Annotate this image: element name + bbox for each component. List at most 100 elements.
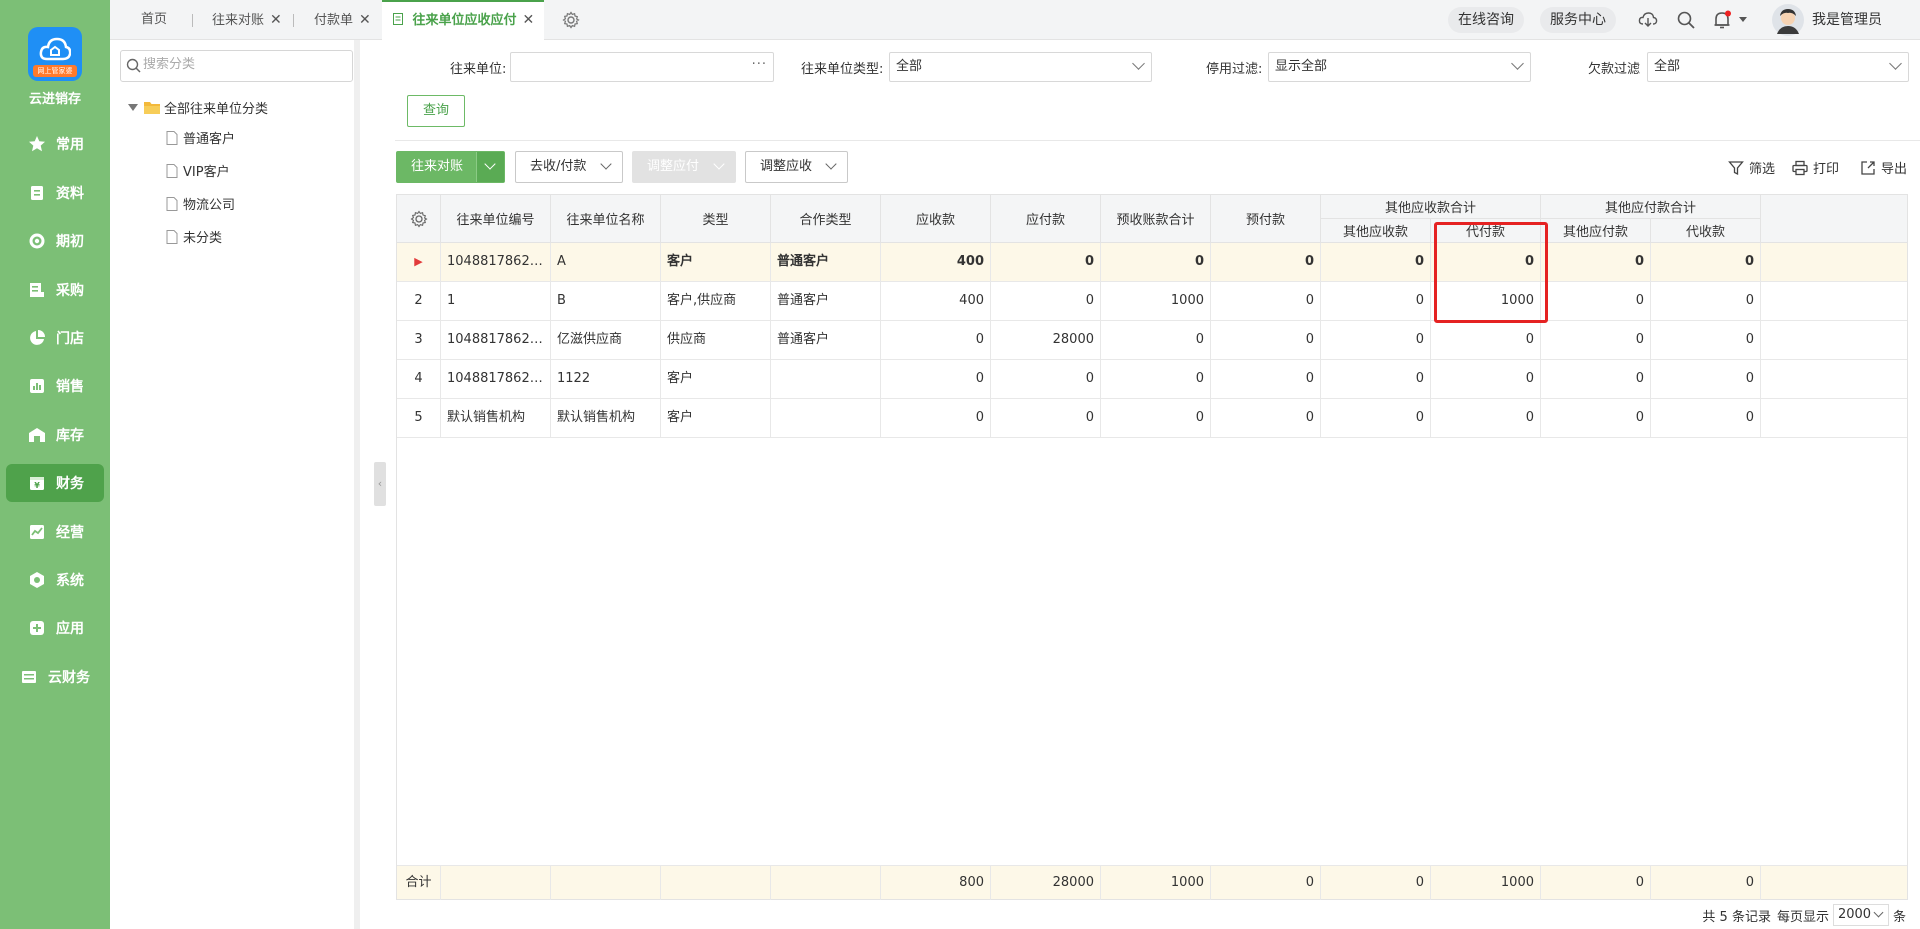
cell-other-receivable[interactable]: 0	[1321, 243, 1431, 281]
col-header-prereceive[interactable]: 预收账款合计	[1101, 195, 1211, 243]
cell-payable[interactable]: 0	[991, 399, 1101, 437]
col-header-coop[interactable]: 合作类型	[771, 195, 881, 243]
tab-payment[interactable]: 付款单 ✕	[314, 0, 371, 40]
cell-prepay[interactable]: 0	[1211, 243, 1321, 281]
cell-prereceive[interactable]: 0	[1101, 360, 1211, 398]
panel-collapse-handle[interactable]: ‹	[374, 462, 386, 506]
cell-proxy-receive[interactable]: 0	[1651, 243, 1761, 281]
cell-prepay[interactable]: 0	[1211, 360, 1321, 398]
cell-prereceive[interactable]: 0	[1101, 243, 1211, 281]
cell-proxy-receive[interactable]: 0	[1651, 360, 1761, 398]
adjust-receivable-button[interactable]: 调整应收	[745, 151, 848, 183]
search-icon[interactable]	[1676, 10, 1696, 30]
col-header-receivable[interactable]: 应收款	[881, 195, 991, 243]
cell-payable[interactable]: 0	[991, 243, 1101, 281]
cell-code[interactable]: 10488178624...	[441, 360, 551, 398]
cell-coop[interactable]: 普通客户	[771, 321, 881, 359]
cell-other-payable[interactable]: 0	[1541, 321, 1651, 359]
cell-proxy-receive[interactable]: 0	[1651, 282, 1761, 320]
print-button[interactable]: 打印	[1792, 158, 1839, 177]
nav-item-opening[interactable]: 期初	[6, 222, 104, 260]
bell-icon[interactable]	[1712, 10, 1732, 30]
cell-name[interactable]: 亿滋供应商	[551, 321, 661, 359]
cell-type[interactable]: 客户	[661, 399, 771, 437]
table-row[interactable]: 2 1 B 客户,供应商 普通客户 400 0 1000 0 0 1000 0 …	[397, 282, 1907, 321]
cell-receivable[interactable]: 400	[881, 243, 991, 281]
adjust-payable-button[interactable]: 调整应付	[632, 151, 736, 183]
nav-item-system[interactable]: 系统	[6, 561, 104, 599]
cell-other-receivable[interactable]: 0	[1321, 360, 1431, 398]
cell-code[interactable]: 10488178624...	[441, 243, 551, 281]
cell-coop[interactable]	[771, 360, 881, 398]
cell-other-payable[interactable]: 0	[1541, 282, 1651, 320]
cell-other-receivable[interactable]: 0	[1321, 399, 1431, 437]
settings-gear-icon[interactable]	[562, 11, 580, 29]
cell-code[interactable]: 10488178624...	[441, 321, 551, 359]
table-row[interactable]: 5 默认销售机构 默认销售机构 客户 0 0 0 0 0 0 0 0	[397, 399, 1907, 438]
nav-item-sales[interactable]: 销售	[6, 367, 104, 405]
cell-type[interactable]: 客户	[661, 243, 771, 281]
nav-item-data[interactable]: 资料	[6, 174, 104, 212]
more-icon[interactable]: ···	[752, 51, 767, 79]
cell-payable[interactable]: 28000	[991, 321, 1101, 359]
cell-name[interactable]: A	[551, 243, 661, 281]
cell-prepay[interactable]: 0	[1211, 321, 1321, 359]
tree-item[interactable]: VIP客户	[166, 161, 230, 180]
user-name[interactable]: 我是管理员	[1812, 0, 1882, 40]
table-row[interactable]: 3 10488178624... 亿滋供应商 供应商 普通客户 0 28000 …	[397, 321, 1907, 360]
caret-down-icon[interactable]	[128, 103, 138, 112]
cloud-download-icon[interactable]	[1638, 10, 1658, 30]
nav-item-common[interactable]: 常用	[6, 125, 104, 163]
table-row[interactable]: ▶ 10488178624... A 客户 普通客户 400 0 0 0 0 0…	[397, 243, 1907, 282]
service-center-button[interactable]: 服务中心	[1540, 7, 1616, 33]
filter-button[interactable]: 筛选	[1728, 158, 1775, 177]
cell-coop[interactable]: 普通客户	[771, 243, 881, 281]
cell-proxy-pay[interactable]: 0	[1431, 360, 1541, 398]
nav-item-store[interactable]: 门店	[6, 319, 104, 357]
column-settings-button[interactable]	[397, 195, 441, 243]
cell-other-payable[interactable]: 0	[1541, 399, 1651, 437]
nav-item-operation[interactable]: 经营	[6, 513, 104, 551]
export-button[interactable]: 导出	[1860, 158, 1907, 177]
close-icon[interactable]: ✕	[359, 12, 371, 28]
cell-coop[interactable]	[771, 399, 881, 437]
cell-other-receivable[interactable]: 0	[1321, 282, 1431, 320]
cell-name[interactable]: B	[551, 282, 661, 320]
cell-receivable[interactable]: 0	[881, 321, 991, 359]
cell-name[interactable]: 默认销售机构	[551, 399, 661, 437]
cell-prepay[interactable]: 0	[1211, 399, 1321, 437]
col-header-payable[interactable]: 应付款	[991, 195, 1101, 243]
col-header-other-payable[interactable]: 其他应付款	[1541, 219, 1651, 243]
cell-coop[interactable]: 普通客户	[771, 282, 881, 320]
cell-proxy-receive[interactable]: 0	[1651, 321, 1761, 359]
cell-proxy-pay[interactable]: 0	[1431, 399, 1541, 437]
cell-proxy-pay[interactable]: 0	[1431, 321, 1541, 359]
per-page-select[interactable]: 2000	[1832, 904, 1889, 926]
col-header-prepay[interactable]: 预付款	[1211, 195, 1321, 243]
close-icon[interactable]: ✕	[523, 12, 535, 28]
close-icon[interactable]: ✕	[270, 12, 282, 28]
cell-receivable[interactable]: 0	[881, 360, 991, 398]
type-select[interactable]: 全部	[889, 52, 1152, 82]
debt-select[interactable]: 全部	[1647, 52, 1909, 82]
cell-other-payable[interactable]: 0	[1541, 360, 1651, 398]
tree-item[interactable]: 未分类	[166, 227, 222, 246]
cell-type[interactable]: 客户	[661, 360, 771, 398]
tree-root[interactable]: 全部往来单位分类	[128, 98, 268, 117]
table-row[interactable]: 4 10488178624... 1122 客户 0 0 0 0 0 0 0 0	[397, 360, 1907, 399]
col-header-name[interactable]: 往来单位名称	[551, 195, 661, 243]
collect-pay-button[interactable]: 去收/付款	[515, 151, 623, 183]
cell-receivable[interactable]: 0	[881, 399, 991, 437]
cell-name[interactable]: 1122	[551, 360, 661, 398]
col-header-type[interactable]: 类型	[661, 195, 771, 243]
tab-receivable-payable[interactable]: 往来单位应收应付 ✕	[382, 0, 545, 40]
tab-home[interactable]: 首页	[141, 0, 167, 40]
category-search-input[interactable]	[143, 57, 343, 72]
caret-down-icon[interactable]	[1738, 16, 1748, 24]
reconcile-button[interactable]: 往来对账	[396, 151, 505, 183]
cell-other-payable[interactable]: 0	[1541, 243, 1651, 281]
nav-item-cloud-finance[interactable]: 云财务	[6, 658, 104, 696]
cell-payable[interactable]: 0	[991, 282, 1101, 320]
col-header-other-receivable[interactable]: 其他应收款	[1321, 219, 1431, 243]
category-search[interactable]	[120, 50, 353, 82]
